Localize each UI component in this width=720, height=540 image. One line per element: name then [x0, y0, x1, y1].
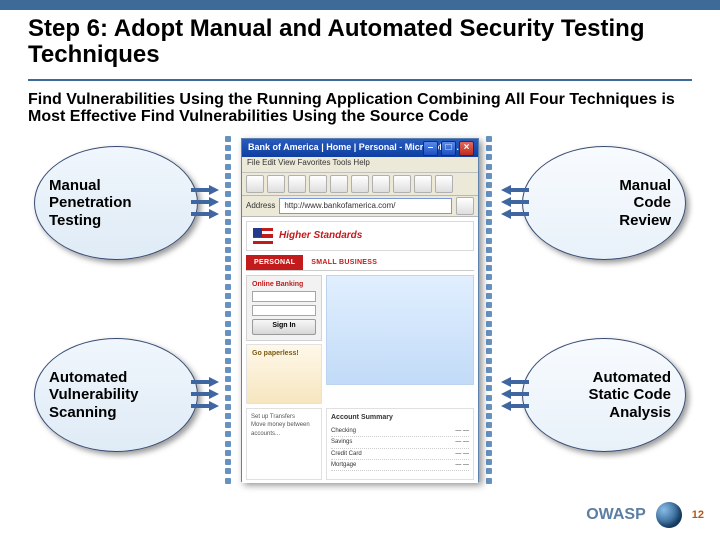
bubble-automated-scanning: Automated Vulnerability Scanning: [34, 338, 198, 452]
passcode-field: [252, 305, 316, 316]
bubble-automated-static-analysis: Automated Static Code Analysis: [522, 338, 686, 452]
browser-toolbar: [242, 173, 478, 196]
account-row: Mortgage— —: [331, 460, 469, 471]
favorites-icon: [372, 175, 390, 193]
address-label: Address: [246, 201, 275, 210]
page-number: 12: [692, 509, 704, 521]
stop-icon: [288, 175, 306, 193]
header-right: Find Vulnerabilities Using the Source Co…: [141, 108, 468, 125]
promo-block: Go paperless!: [246, 344, 322, 404]
signin-block: Online Banking Sign In: [246, 275, 322, 341]
flag-icon: [253, 228, 273, 244]
arrow-from-scanning: [191, 377, 219, 411]
window-titlebar: Bank of America | Home | Personal - Micr…: [242, 139, 478, 157]
signin-title: Online Banking: [252, 281, 316, 288]
go-icon: [456, 197, 474, 215]
print-icon: [435, 175, 453, 193]
slide-footer: OWASP 12: [586, 502, 704, 528]
account-summary-block: Account Summary Checking— —Savings— —Cre…: [326, 408, 474, 480]
hero-panel: [326, 275, 474, 385]
history-icon: [393, 175, 411, 193]
globe-icon: [656, 502, 682, 528]
slide-title: Step 6: Adopt Manual and Automated Secur…: [28, 16, 692, 69]
dotted-divider-left: [225, 136, 235, 484]
online-id-field: [252, 291, 316, 302]
account-row: Credit Card— —: [331, 449, 469, 460]
arrow-from-pentest: [191, 185, 219, 219]
diagram-canvas: Manual Penetration Testing Automated Vul…: [28, 140, 692, 492]
search-icon: [351, 175, 369, 193]
back-icon: [246, 175, 264, 193]
account-row: Checking— —: [331, 426, 469, 437]
forward-icon: [267, 175, 285, 193]
tab-personal: PERSONAL: [246, 255, 303, 270]
home-icon: [330, 175, 348, 193]
minimize-icon: –: [423, 141, 438, 156]
bank-banner: Higher Standards: [246, 221, 474, 251]
mail-icon: [414, 175, 432, 193]
top-accent-bar: [0, 0, 720, 10]
browser-menu: File Edit View Favorites Tools Help: [242, 157, 478, 173]
bubble-manual-code-review: Manual Code Review: [522, 146, 686, 260]
banner-text: Higher Standards: [279, 230, 362, 241]
column-headers: Find Vulnerabilities Using the Running A…: [0, 81, 720, 126]
refresh-icon: [309, 175, 327, 193]
arrow-to-static-analysis: [501, 377, 529, 411]
center-screenshot-mock: Bank of America | Home | Personal - Micr…: [241, 138, 479, 482]
primary-nav: PERSONAL SMALL BUSINESS: [246, 255, 474, 271]
signin-button: Sign In: [252, 319, 316, 335]
dotted-divider-right: [486, 136, 496, 484]
owasp-brand: OWASP: [586, 506, 646, 524]
tab-small-business: SMALL BUSINESS: [303, 255, 385, 270]
bubble-manual-pentest: Manual Penetration Testing: [34, 146, 198, 260]
close-icon: ×: [459, 141, 474, 156]
address-bar: Address http://www.bankofamerica.com/: [242, 196, 478, 217]
maximize-icon: □: [441, 141, 456, 156]
page-body: Higher Standards PERSONAL SMALL BUSINESS…: [242, 217, 478, 483]
address-field: http://www.bankofamerica.com/: [279, 198, 452, 214]
arrow-to-code-review: [501, 185, 529, 219]
lower-left-block: Set up Transfers Move money between acco…: [246, 408, 322, 480]
account-row: Savings— —: [331, 437, 469, 448]
header-left: Find Vulnerabilities Using the Running A…: [28, 91, 413, 108]
account-summary-title: Account Summary: [331, 413, 469, 423]
